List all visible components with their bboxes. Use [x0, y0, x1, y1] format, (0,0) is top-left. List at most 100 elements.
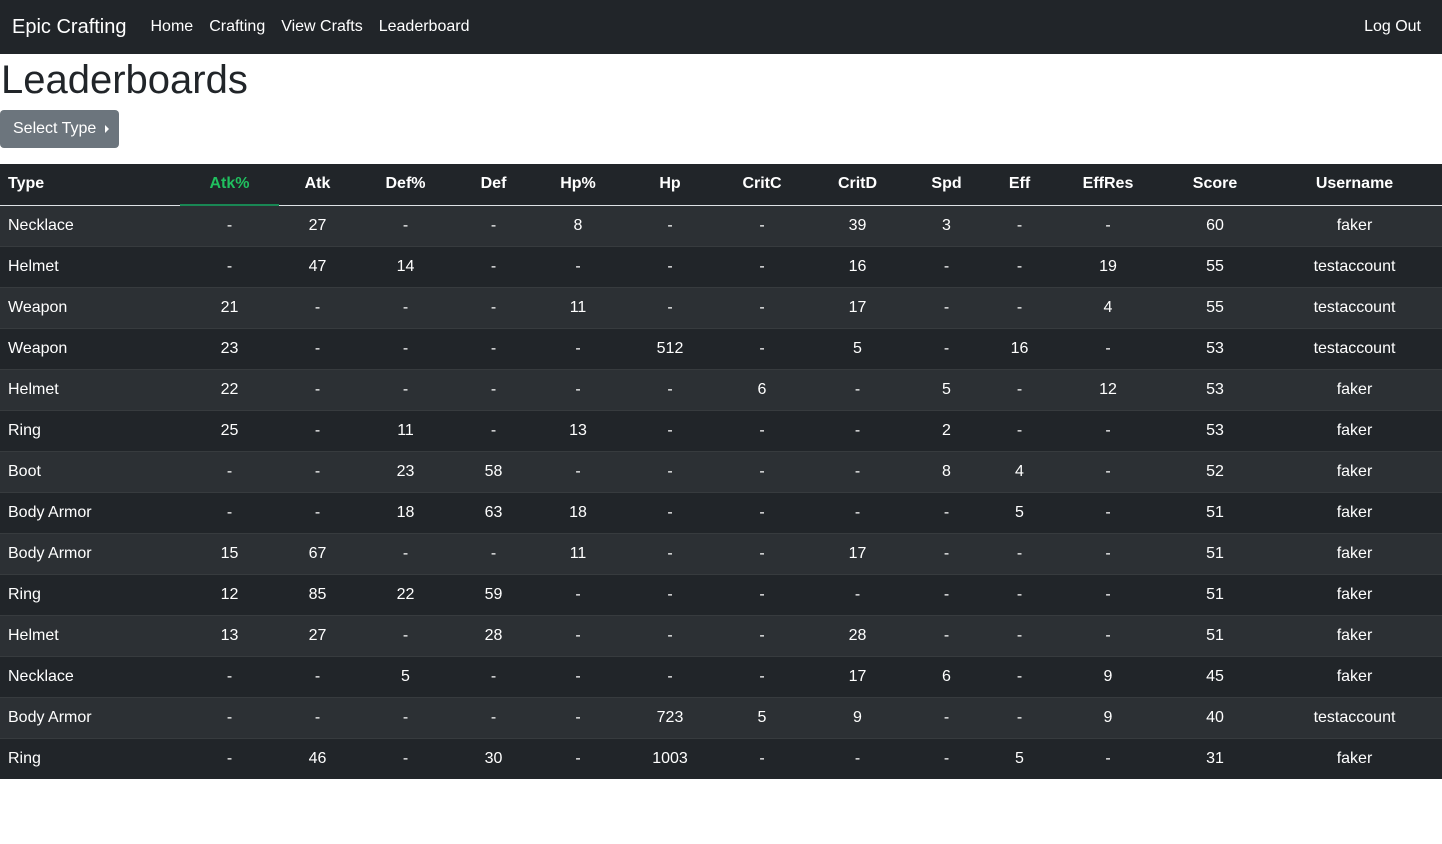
stat-cell: 11	[356, 409, 455, 451]
stat-cell: -	[716, 450, 808, 492]
column-header-username[interactable]: Username	[1267, 164, 1442, 206]
type-cell: Helmet	[0, 245, 180, 287]
stat-cell: -	[356, 532, 455, 574]
stat-cell: 28	[808, 614, 907, 656]
stat-cell: -	[808, 737, 907, 779]
stat-cell: -	[808, 491, 907, 533]
stat-cell: 8	[532, 204, 624, 246]
column-header-type[interactable]: Type	[0, 164, 180, 206]
type-cell: Helmet	[0, 368, 180, 410]
column-header-score[interactable]: Score	[1163, 164, 1267, 206]
stat-cell: 17	[808, 532, 907, 574]
stat-cell: -	[356, 614, 455, 656]
logout-link[interactable]: Log Out	[1364, 18, 1421, 36]
page-title: Leaderboards	[1, 58, 248, 102]
stat-cell: -	[716, 614, 808, 656]
stat-cell: 51	[1163, 491, 1267, 533]
stat-cell: 27	[279, 204, 356, 246]
username-cell: testaccount	[1267, 327, 1442, 369]
stat-cell: 12	[180, 573, 279, 615]
stat-cell: 55	[1163, 286, 1267, 328]
stat-cell: -	[356, 368, 455, 410]
stat-cell: 17	[808, 655, 907, 697]
stat-cell: 5	[986, 491, 1053, 533]
stat-cell: -	[986, 245, 1053, 287]
stat-cell: -	[907, 491, 986, 533]
stat-cell: 46	[279, 737, 356, 779]
stat-cell: -	[624, 491, 716, 533]
stat-cell: -	[532, 573, 624, 615]
stat-cell: -	[624, 245, 716, 287]
stat-cell: -	[532, 614, 624, 656]
stat-cell: 25	[180, 409, 279, 451]
column-header-def-pct[interactable]: Def%	[356, 164, 455, 206]
table-row: Ring -46-30-1003- - -5-31 faker	[0, 737, 1442, 779]
type-cell: Body Armor	[0, 532, 180, 574]
column-header-eff[interactable]: Eff	[986, 164, 1053, 206]
column-header-hp-pct[interactable]: Hp%	[532, 164, 624, 206]
stat-cell: -	[532, 655, 624, 697]
stat-cell: 22	[180, 368, 279, 410]
stat-cell: 512	[624, 327, 716, 369]
stat-cell: 15	[180, 532, 279, 574]
stat-cell: 19	[1053, 245, 1163, 287]
column-header-def[interactable]: Def	[455, 164, 532, 206]
username-cell: testaccount	[1267, 245, 1442, 287]
stat-cell: 9	[1053, 696, 1163, 738]
leaderboard-table-container: Type Atk% Atk Def% Def Hp% Hp CritC CritD Spd Eff E…	[0, 164, 1442, 779]
stat-cell: 51	[1163, 614, 1267, 656]
stat-cell: 2	[907, 409, 986, 451]
stat-cell: -	[808, 409, 907, 451]
nav-link-view-crafts[interactable]: View Crafts	[281, 18, 363, 36]
stat-cell: -	[1053, 614, 1163, 656]
select-type-dropdown-button[interactable]: Select Type	[0, 110, 119, 148]
stat-cell: -	[279, 368, 356, 410]
username-cell: faker	[1267, 573, 1442, 615]
username-cell: faker	[1267, 655, 1442, 697]
type-cell: Weapon	[0, 286, 180, 328]
type-cell: Necklace	[0, 655, 180, 697]
nav-link-crafting[interactable]: Crafting	[209, 18, 265, 36]
type-cell: Body Armor	[0, 696, 180, 738]
stat-cell: -	[356, 204, 455, 246]
stat-cell: 23	[180, 327, 279, 369]
table-row: Helmet 22- - - - -6-5-12 53 faker	[0, 368, 1442, 410]
stat-cell: 27	[279, 614, 356, 656]
column-header-hp[interactable]: Hp	[624, 164, 716, 206]
table-header-row: Type Atk% Atk Def% Def Hp% Hp CritC CritD Spd Eff E…	[0, 164, 1442, 206]
stat-cell: -	[716, 204, 808, 246]
stat-cell: 52	[1163, 450, 1267, 492]
column-header-effres[interactable]: EffRes	[1053, 164, 1163, 206]
brand-logo[interactable]: Epic Crafting	[12, 16, 127, 39]
column-header-atk-pct[interactable]: Atk%	[180, 164, 279, 206]
leaderboard-table: Type Atk% Atk Def% Def Hp% Hp CritC CritD Spd Eff E…	[0, 164, 1442, 779]
column-header-atk[interactable]: Atk	[279, 164, 356, 206]
stat-cell: -	[1053, 532, 1163, 574]
column-header-critc[interactable]: CritC	[716, 164, 808, 206]
stat-cell: 13	[180, 614, 279, 656]
stat-cell: 723	[624, 696, 716, 738]
stat-cell: -	[716, 245, 808, 287]
stat-cell: 51	[1163, 532, 1267, 574]
stat-cell: -	[279, 655, 356, 697]
stat-cell: -	[356, 696, 455, 738]
column-header-critd[interactable]: CritD	[808, 164, 907, 206]
stat-cell: -	[532, 450, 624, 492]
stat-cell: -	[455, 286, 532, 328]
stat-cell: 53	[1163, 409, 1267, 451]
stat-cell: -	[180, 737, 279, 779]
table-row: Weapon 21- - -11- -17- -4 55 testaccount	[0, 286, 1442, 328]
column-header-spd[interactable]: Spd	[907, 164, 986, 206]
stat-cell: -	[279, 327, 356, 369]
stat-cell: 60	[1163, 204, 1267, 246]
stat-cell: -	[624, 286, 716, 328]
stat-cell: 16	[808, 245, 907, 287]
type-cell: Helmet	[0, 614, 180, 656]
table-row: Body Armor - - - - -723 5 9- -9 40 testaccount	[0, 696, 1442, 738]
nav-link-leaderboard[interactable]: Leaderboard	[379, 18, 470, 36]
caret-right-icon	[105, 125, 110, 133]
stat-cell: -	[455, 204, 532, 246]
stat-cell: -	[986, 409, 1053, 451]
stat-cell: -	[532, 327, 624, 369]
nav-link-home[interactable]: Home	[151, 18, 194, 36]
